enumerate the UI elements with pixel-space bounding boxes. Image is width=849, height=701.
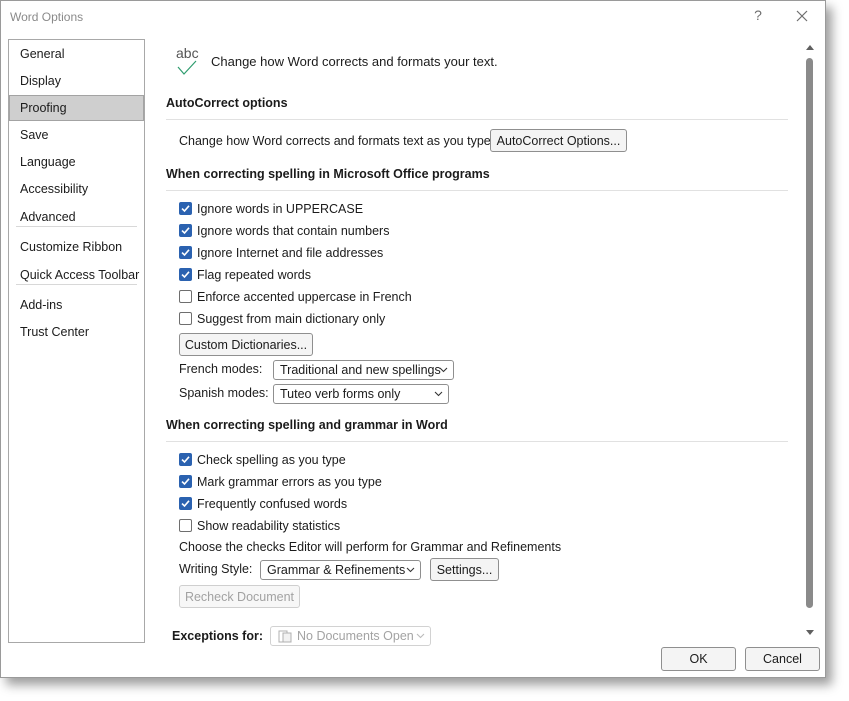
custom-dictionaries-button[interactable]: Custom Dictionaries...: [179, 333, 313, 356]
spanish-modes-label: Spanish modes:: [179, 386, 269, 400]
checkbox[interactable]: [179, 290, 192, 303]
settings-button[interactable]: Settings...: [430, 558, 499, 581]
scroll-up-icon[interactable]: [805, 43, 815, 51]
checkbox-label: Mark grammar errors as you type: [197, 475, 382, 489]
section-title-office-spelling: When correcting spelling in Microsoft Of…: [166, 167, 490, 181]
checkbox[interactable]: [179, 453, 192, 466]
close-icon[interactable]: [793, 7, 811, 25]
chevron-down-icon: [439, 367, 448, 373]
section-divider: [166, 190, 788, 191]
writing-style-label: Writing Style:: [179, 562, 253, 576]
scroll-thumb[interactable]: [806, 58, 813, 608]
scroll-down-icon[interactable]: [805, 629, 815, 637]
checkbox-label: Ignore words in UPPERCASE: [197, 202, 364, 216]
sidebar-item-proofing[interactable]: Proofing: [9, 95, 144, 121]
checkbox[interactable]: [179, 268, 192, 281]
chevron-down-icon: [416, 633, 425, 639]
sidebar-item-accessibility[interactable]: Accessibility: [9, 176, 144, 202]
sidebar-item-add-ins[interactable]: Add-ins: [9, 292, 144, 318]
checkbox[interactable]: [179, 475, 192, 488]
options-sidebar: General Display Proofing Save Language A…: [8, 39, 145, 643]
autocorrect-description: Change how Word corrects and formats tex…: [179, 134, 495, 148]
cancel-button[interactable]: Cancel: [745, 647, 820, 671]
checkbox-label: Flag repeated words: [197, 268, 311, 282]
editor-checks-text: Choose the checks Editor will perform fo…: [179, 540, 562, 554]
word-options-dialog: Word Options ? General Display Proofing …: [0, 0, 826, 678]
window-title: Word Options: [10, 10, 84, 24]
checkbox-label: Enforce accented uppercase in French: [197, 290, 412, 304]
checkbox[interactable]: [179, 246, 192, 259]
check-mark-icon: [177, 60, 197, 75]
french-modes-select[interactable]: Traditional and new spellings: [273, 360, 454, 380]
sidebar-item-general[interactable]: General: [9, 41, 144, 67]
sidebar-item-save[interactable]: Save: [9, 122, 144, 148]
checkbox-label: Check spelling as you type: [197, 453, 346, 467]
checkbox[interactable]: [179, 519, 192, 532]
checkbox[interactable]: [179, 224, 192, 237]
proofing-content: abc Change how Word corrects and formats…: [166, 39, 791, 651]
spanish-modes-select[interactable]: Tuteo verb forms only: [273, 384, 449, 404]
sidebar-item-language[interactable]: Language: [9, 149, 144, 175]
sidebar-divider: [16, 284, 137, 285]
abc-check-icon: abc: [176, 45, 204, 79]
sidebar-divider: [16, 226, 137, 227]
sidebar-item-trust-center[interactable]: Trust Center: [9, 319, 144, 345]
autocorrect-options-button[interactable]: AutoCorrect Options...: [490, 129, 627, 152]
ok-button[interactable]: OK: [661, 647, 736, 671]
section-divider: [166, 441, 788, 442]
sidebar-item-customize-ribbon[interactable]: Customize Ribbon: [9, 234, 144, 260]
checkbox-label: Suggest from main dictionary only: [197, 312, 386, 326]
page-header-text: Change how Word corrects and formats you…: [211, 54, 498, 69]
help-button[interactable]: ?: [751, 7, 765, 23]
content-scrollbar[interactable]: [804, 41, 816, 641]
sidebar-item-display[interactable]: Display: [9, 68, 144, 94]
checkbox-label: Frequently confused words: [197, 497, 348, 511]
chevron-down-icon: [406, 567, 415, 573]
writing-style-select[interactable]: Grammar & Refinements: [260, 560, 421, 580]
section-title-word-spelling: When correcting spelling and grammar in …: [166, 418, 448, 432]
chevron-down-icon: [434, 391, 443, 397]
exceptions-select: No Documents Open: [270, 626, 431, 646]
title-bar: Word Options ?: [1, 1, 825, 33]
recheck-document-button: Recheck Document: [179, 585, 300, 608]
document-icon: [278, 630, 292, 643]
checkbox-label: Show readability statistics: [197, 519, 341, 533]
checkbox[interactable]: [179, 202, 192, 215]
section-divider: [166, 119, 788, 120]
exceptions-label: Exceptions for:: [172, 629, 263, 643]
section-title-autocorrect: AutoCorrect options: [166, 96, 288, 110]
checkbox-label: Ignore Internet and file addresses: [197, 246, 384, 260]
checkbox-label: Ignore words that contain numbers: [197, 224, 390, 238]
checkbox[interactable]: [179, 497, 192, 510]
french-modes-label: French modes:: [179, 362, 263, 376]
checkbox[interactable]: [179, 312, 192, 325]
